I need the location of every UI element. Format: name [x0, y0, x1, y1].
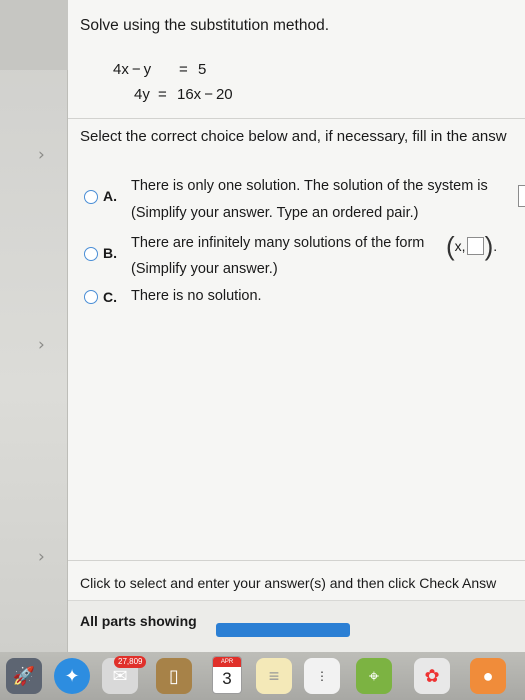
equation-1-right: 5 [198, 61, 207, 78]
question-title: Solve using the substitution method. [80, 17, 330, 34]
question-panel: Solve using the substitution method. 4x … [68, 0, 525, 652]
option-c-letter: C. [103, 289, 117, 305]
calendar-month: APR [213, 657, 241, 667]
calendar-day: 3 [222, 669, 232, 688]
option-b-form-prefix: x, [454, 238, 466, 254]
option-a-radio[interactable] [84, 190, 98, 204]
side-panel-header [0, 0, 68, 70]
calendar-icon[interactable]: APR 3 [212, 656, 242, 694]
status-bar: All parts showing [68, 600, 525, 652]
option-c-text: There is no solution. [131, 288, 262, 304]
mail-badge: 27,809 [114, 656, 147, 668]
photos-icon[interactable]: ✿ [414, 658, 450, 694]
equation-2-left: 4y [134, 86, 150, 103]
option-a-letter: A. [103, 188, 117, 204]
option-b-radio[interactable] [84, 247, 98, 261]
chevron-right-icon[interactable]: › [38, 336, 52, 354]
contacts-icon[interactable]: ▯ [156, 658, 192, 694]
option-b-text: There are infinitely many solutions of t… [131, 235, 425, 251]
footer-hint: Click to select and enter your answer(s)… [80, 575, 497, 591]
option-a-hint: (Simplify your answer. Type an ordered p… [131, 205, 419, 221]
option-b-form: ( x, ) . [446, 231, 497, 261]
safari-compass-icon[interactable]: ✦ [54, 658, 90, 694]
divider [68, 118, 525, 119]
reminders-icon[interactable]: ⋮ [304, 658, 340, 694]
close-paren: ) [484, 231, 494, 261]
equation-2-right: 16x − 20 [177, 86, 233, 103]
open-paren: ( [446, 231, 455, 261]
option-c-radio[interactable] [84, 290, 98, 304]
maps-icon[interactable]: ⌖ [356, 658, 392, 694]
launchpad-rocket-icon[interactable]: 🚀 [6, 658, 42, 694]
dock: 🚀 ✦ ✉ 27,809 ▯ APR 3 ≡ ⋮ ⌖ ✿ ● [0, 652, 525, 700]
progress-bar [216, 623, 350, 637]
option-b-hint: (Simplify your answer.) [131, 261, 278, 277]
left-side-panel: › › › [0, 0, 68, 652]
option-b-answer-input[interactable] [466, 237, 484, 255]
instruction-text: Select the correct choice below and, if … [80, 128, 507, 145]
option-a-answer-input[interactable] [518, 185, 525, 207]
chevron-right-icon[interactable]: › [38, 548, 52, 566]
equation-1-equals: = [179, 61, 188, 78]
equation-1-left: 4x − y [113, 61, 152, 78]
option-a-text: There is only one solution. The solution… [131, 178, 488, 194]
option-b-letter: B. [103, 245, 117, 261]
period: . [493, 238, 498, 254]
parts-label: All parts showing [80, 613, 197, 629]
equation-2-equals: = [158, 86, 167, 103]
notes-icon[interactable]: ≡ [256, 658, 292, 694]
app-icon[interactable]: ● [470, 658, 506, 694]
divider [68, 560, 525, 561]
chevron-right-icon[interactable]: › [38, 146, 52, 164]
